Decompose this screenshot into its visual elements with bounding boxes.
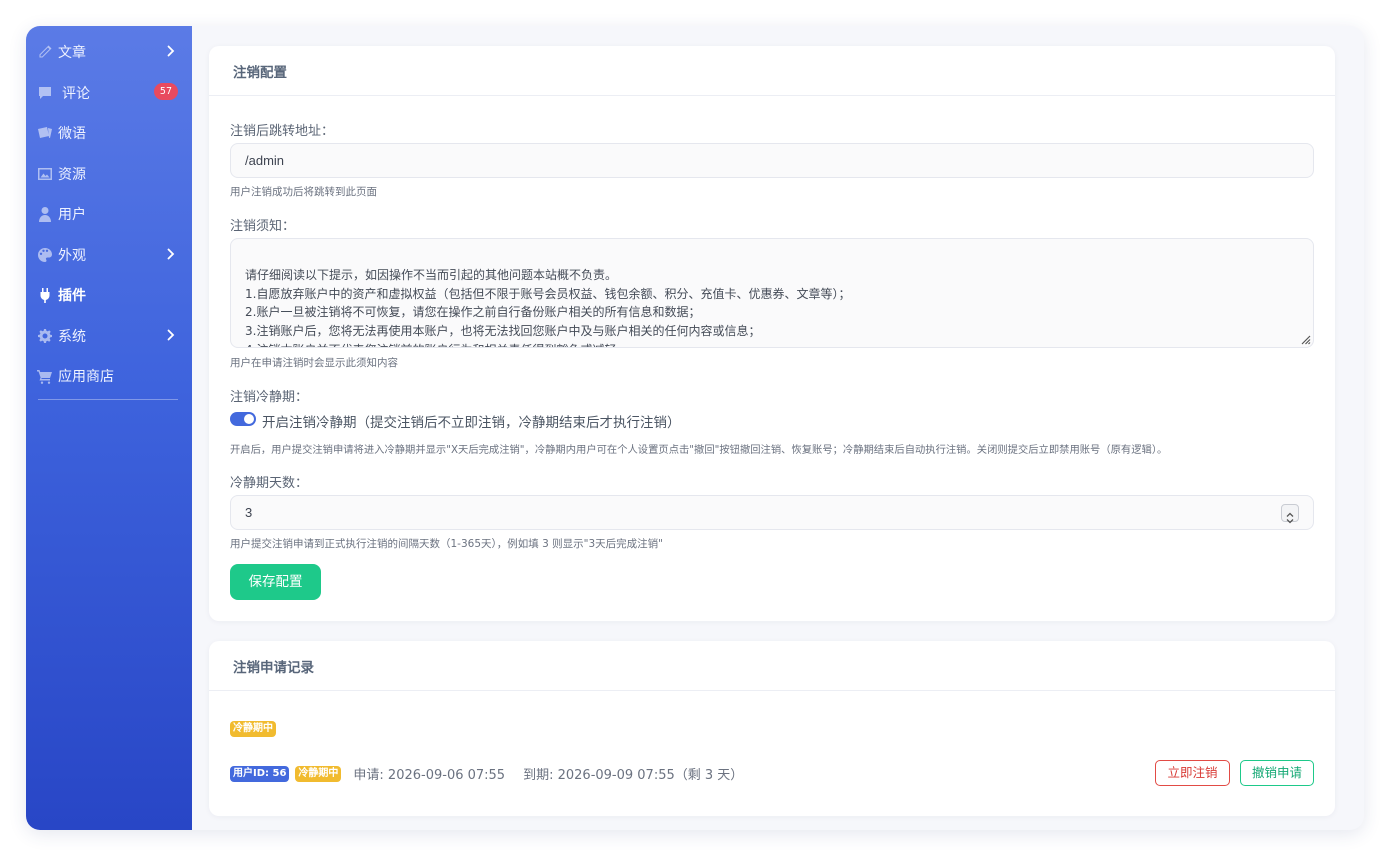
chevron-right-icon	[166, 45, 178, 59]
sidebar-item-app-store[interactable]: 应用商店	[26, 356, 192, 397]
redirect-url-hint: 用户注销成功后将跳转到此页面	[230, 186, 377, 198]
status-badge: 冷静期中	[295, 765, 342, 782]
sidebar-divider	[38, 398, 178, 400]
redirect-url-label: 注销后跳转地址：	[230, 124, 335, 139]
sidebar-item-label: 用户	[58, 207, 86, 224]
record-row: 用户ID: 56 冷静期中 申请: 2026-09-06 07:55 到期: 2…	[230, 764, 743, 783]
config-card: 注销配置 注销后跳转地址： /admin 用户注销成功后将跳转到此页面 注销须知…	[209, 46, 1335, 621]
sidebar-item-label: 应用商店	[58, 369, 114, 386]
sidebar-item-label: 文章	[58, 45, 86, 62]
sidebar-item-label: 资源	[58, 166, 86, 183]
plug-icon	[36, 286, 54, 304]
chevron-right-icon	[166, 248, 178, 262]
status-filter-badge[interactable]: 冷静期中	[230, 721, 276, 737]
sidebar-item-system[interactable]: 系统	[26, 316, 192, 357]
app-window: 文章 评论 57 微语 资源 用户 外观 插件 系统 应用商店 注销配置 注销后…	[26, 26, 1364, 830]
palette-icon	[36, 246, 54, 264]
sidebar-item-label: 微语	[58, 126, 86, 143]
sidebar-item-label: 外观	[58, 247, 86, 264]
resize-handle-icon[interactable]	[1299, 333, 1311, 345]
due-time: 到期: 2026-09-09 07:55（剩 3 天）	[523, 768, 744, 783]
user-icon	[36, 205, 54, 223]
cooldown-days-hint: 用户提交注销申请到正式执行注销的间隔天数（1-365天），例如填 3 则显示"3…	[230, 538, 663, 550]
applied-time: 申请: 2026-09-06 07:55	[353, 768, 506, 783]
config-card-title: 注销配置	[209, 46, 1335, 96]
notice-textarea[interactable]: 请仔细阅读以下提示，如因操作不当而引起的其他问题本站概不负责。 1.自愿放弃账户…	[230, 238, 1314, 348]
records-card-title: 注销申请记录	[209, 641, 1335, 691]
cards-icon	[36, 124, 54, 142]
sidebar-item-comments[interactable]: 评论 57	[26, 73, 192, 114]
sidebar-item-label: 评论	[62, 85, 90, 102]
sidebar-item-plugins[interactable]: 插件	[26, 275, 192, 316]
main-content: 注销配置 注销后跳转地址： /admin 用户注销成功后将跳转到此页面 注销须知…	[192, 26, 1364, 830]
notice-hint: 用户在申请注销时会显示此须知内容	[230, 357, 398, 369]
sidebar: 文章 评论 57 微语 资源 用户 外观 插件 系统 应用商店	[26, 26, 192, 830]
cooldown-days-input[interactable]: 3	[230, 495, 1314, 530]
cooldown-days-value: 3	[245, 505, 253, 520]
cancel-account-now-button[interactable]: 立即注销	[1155, 760, 1230, 786]
revoke-request-button[interactable]: 撤销申请	[1240, 760, 1314, 786]
user-id-badge: 用户ID: 56	[230, 765, 290, 782]
number-stepper-icon[interactable]	[1281, 504, 1299, 524]
cooldown-days-label: 冷静期天数：	[230, 476, 309, 491]
redirect-url-input[interactable]: /admin	[230, 143, 1314, 178]
cooldown-toggle-label: 开启注销冷静期（提交注销后不立即注销，冷静期结束后才执行注销）	[262, 415, 681, 431]
comment-icon	[36, 84, 54, 102]
chevron-right-icon	[166, 329, 178, 343]
cooldown-hint: 开启后，用户提交注销申请将进入冷静期并显示"X天后完成注销"，冷静期内用户可在个…	[230, 444, 1168, 456]
sidebar-item-moments[interactable]: 微语	[26, 113, 192, 154]
cart-icon	[36, 367, 54, 385]
gear-icon	[36, 327, 54, 345]
image-icon	[36, 165, 54, 183]
sidebar-item-label: 系统	[58, 328, 86, 345]
cooldown-label: 注销冷静期：	[230, 390, 309, 405]
sidebar-item-resources[interactable]: 资源	[26, 154, 192, 195]
notice-label: 注销须知：	[230, 219, 296, 234]
comment-count-badge: 57	[153, 82, 178, 100]
records-card: 注销申请记录 冷静期中 用户ID: 56 冷静期中 申请: 2026-09-06…	[209, 641, 1335, 816]
notice-text: 请仔细阅读以下提示，如因操作不当而引起的其他问题本站概不负责。 1.自愿放弃账户…	[245, 267, 851, 347]
pencil-icon	[36, 43, 54, 61]
cooldown-toggle[interactable]	[230, 412, 256, 426]
sidebar-item-articles[interactable]: 文章	[26, 32, 192, 73]
sidebar-item-appearance[interactable]: 外观	[26, 235, 192, 276]
save-config-button[interactable]: 保存配置	[230, 564, 321, 600]
sidebar-item-users[interactable]: 用户	[26, 194, 192, 235]
sidebar-item-label: 插件	[58, 288, 86, 305]
